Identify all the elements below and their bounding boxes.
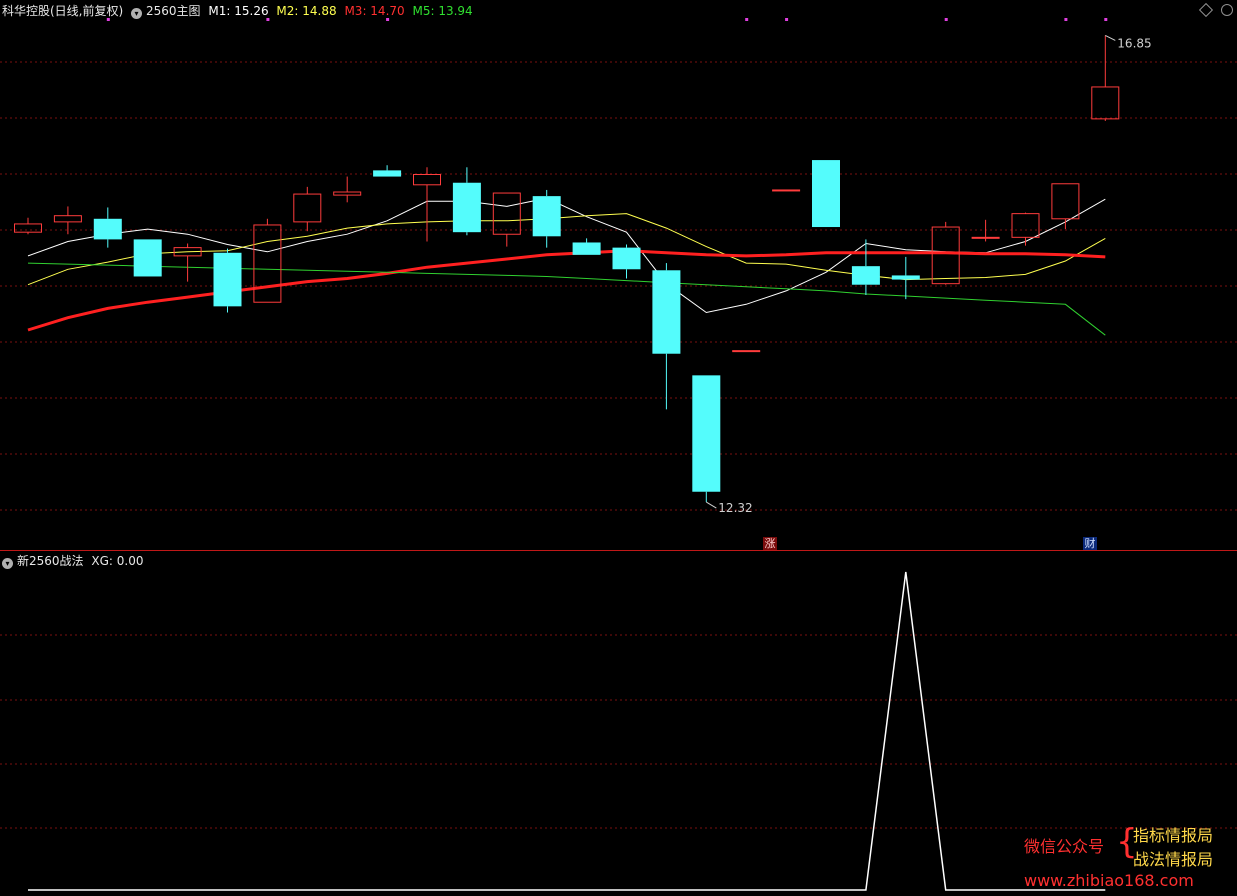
watermark-line2: 战法情报局 [1133,850,1214,869]
main-chart-panel[interactable] [14,18,1120,509]
candle [812,160,840,228]
candle-body [413,174,441,186]
candle [732,350,761,353]
signal-dot [745,18,749,21]
candle-body [732,350,761,353]
candle-body [652,270,681,354]
legend-m5: M5: 13.94 [412,4,473,18]
candle [891,256,920,300]
legend-m1: M1: 15.26 [208,4,269,18]
watermark-line1: 指标情报局 [1133,826,1214,845]
candle [53,206,82,235]
candle-body [1011,213,1040,238]
circle-icon[interactable] [1221,4,1233,16]
sub-header: ▾ 新2560战法 XG: 0.00 [2,554,147,569]
high-pointer [1105,35,1116,41]
candle [971,219,1000,242]
candle-body [891,275,920,280]
legend-m3: M3: 14.70 [344,4,405,18]
signal-dot [785,18,789,21]
candle [1011,212,1040,246]
low-pointer [706,501,717,509]
candle [1051,183,1080,230]
candle [772,189,801,192]
candle-body [692,375,721,492]
candle [253,218,282,303]
candle-body [532,196,561,237]
candle-body [93,218,122,240]
high-price-label: 16.85 [1117,36,1151,50]
candle-body [772,189,801,192]
candle-body [931,226,960,285]
candle [612,244,641,279]
candle [14,217,42,235]
candle [492,192,521,247]
settings-icon[interactable]: ▾ [131,8,143,19]
candle [452,167,481,236]
candle-body [373,170,402,177]
candle-body [14,223,42,233]
low-price-label: 12.32 [718,501,752,515]
candle [851,239,880,296]
ma-line-m3 [27,249,1106,332]
candle [93,207,122,248]
signal-dot [1064,18,1068,21]
sub-settings-icon[interactable]: ▾ [2,558,13,569]
candle-body [293,193,322,223]
sub-readout: XG: 0.00 [91,554,144,568]
sub-indicator-name: 新2560战法 [17,554,84,568]
sub-chart-panel[interactable] [28,571,1106,891]
candle [532,189,561,248]
watermark-prefix: 微信公众号 [1024,837,1105,856]
candle-body [333,191,362,196]
candle-body [133,239,162,277]
candle [173,243,202,282]
candle [333,176,362,203]
candle [133,239,162,277]
candle-body [1051,183,1080,220]
legend-m2: M2: 14.88 [276,4,337,18]
signal-dot [1104,18,1108,21]
candle-body [812,160,840,228]
candle-body [452,182,481,233]
candle [652,263,681,410]
marker-zhang-badge[interactable]: 涨 [763,537,777,550]
stock-title: 科华控股(日线,前复权) [2,4,124,18]
candle [293,186,322,232]
candle-body [971,236,1000,239]
xg-signal-line [28,571,1106,891]
candle-body [492,192,521,235]
candle-body [213,252,242,307]
grid-lines [0,61,1237,829]
candle [572,238,601,255]
watermark-url: www.zhibiao168.com [1024,871,1194,890]
candle-body [253,224,282,303]
candle [692,375,721,503]
ma-line-m5 [27,262,1106,336]
candle [373,165,402,177]
signal-dot [944,18,948,21]
indicator-name: 2560主图 [146,4,201,18]
candle-body [572,242,601,255]
candle-body [1091,86,1120,120]
chart-canvas: 16.85 12.32 [0,18,1237,891]
candle [213,248,242,313]
ma-line-m2 [27,213,1106,286]
main-header: 科华控股(日线,前复权) ▾ 2560主图 M1: 15.26 M2: 14.88… [2,4,477,19]
candle [1091,35,1120,121]
candle-body [851,266,880,285]
marker-cai-badge[interactable]: 财 [1083,537,1097,550]
candle-body [53,215,82,223]
candle-body [612,247,641,270]
